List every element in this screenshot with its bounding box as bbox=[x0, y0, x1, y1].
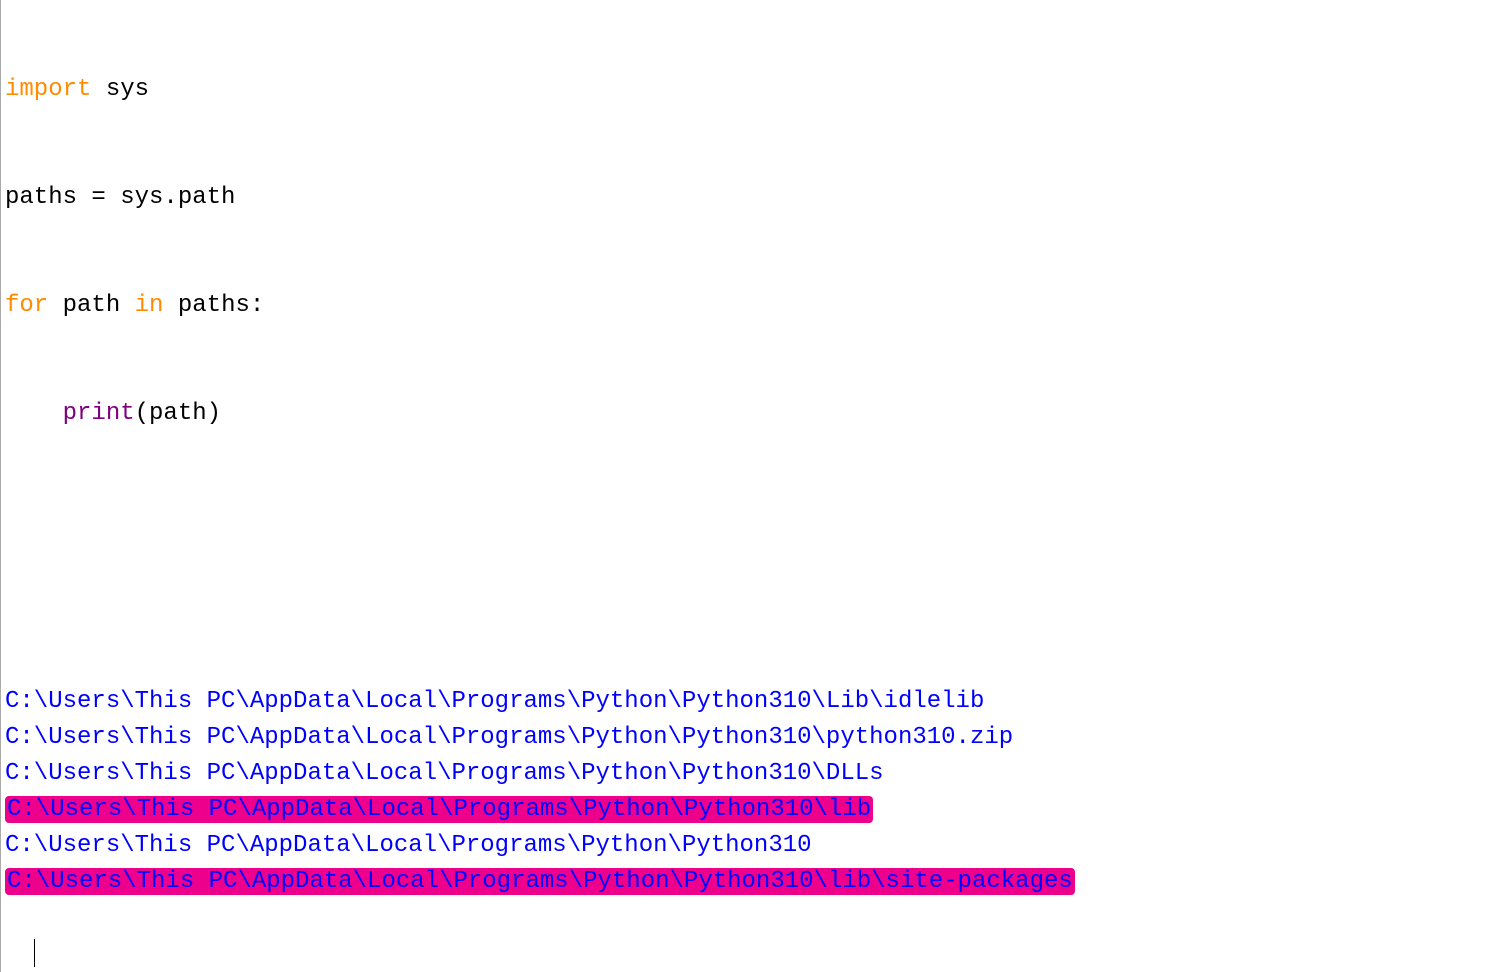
output-line: C:\Users\This PC\AppData\Local\Programs\… bbox=[5, 720, 1506, 756]
output-line: C:\Users\This PC\AppData\Local\Programs\… bbox=[5, 756, 1506, 792]
highlighted-path: C:\Users\This PC\AppData\Local\Programs\… bbox=[5, 796, 873, 823]
text-cursor bbox=[34, 939, 35, 967]
code-text: path bbox=[48, 292, 134, 319]
blank-space bbox=[5, 504, 1506, 612]
code-text: paths: bbox=[163, 292, 264, 319]
output-line: C:\Users\This PC\AppData\Local\Programs\… bbox=[5, 684, 1506, 720]
code-line-2: paths = sys.path bbox=[5, 180, 1506, 216]
code-text: (path) bbox=[135, 400, 221, 427]
keyword-for: for bbox=[5, 292, 48, 319]
code-text: sys bbox=[91, 76, 149, 103]
keyword-in: in bbox=[135, 292, 164, 319]
code-editor[interactable]: import sys paths = sys.path for path in … bbox=[0, 0, 1506, 972]
builtin-print: print bbox=[63, 400, 135, 427]
code-line-1: import sys bbox=[5, 72, 1506, 108]
output-line: C:\Users\This PC\AppData\Local\Programs\… bbox=[5, 792, 1506, 828]
keyword-import: import bbox=[5, 76, 91, 103]
output-block: C:\Users\This PC\AppData\Local\Programs\… bbox=[5, 684, 1506, 900]
highlighted-path: C:\Users\This PC\AppData\Local\Programs\… bbox=[5, 868, 1075, 895]
output-line: C:\Users\This PC\AppData\Local\Programs\… bbox=[5, 828, 1506, 864]
code-line-3: for path in paths: bbox=[5, 288, 1506, 324]
output-line: C:\Users\This PC\AppData\Local\Programs\… bbox=[5, 864, 1506, 900]
indent bbox=[5, 400, 63, 427]
code-line-4: print(path) bbox=[5, 396, 1506, 432]
